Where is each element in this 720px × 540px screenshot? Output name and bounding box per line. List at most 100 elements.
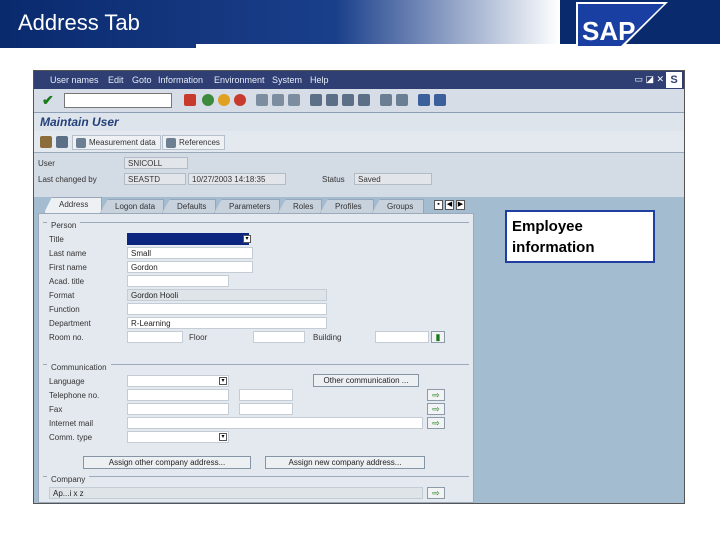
sap-logo: SAP (576, 2, 668, 48)
menu-system[interactable]: System (272, 75, 302, 85)
assign-other-company-address-button[interactable]: Assign other company address... (83, 456, 251, 469)
tab-prev-icon[interactable]: ◀ (445, 200, 454, 210)
print-icon[interactable] (256, 94, 268, 106)
find-next-icon[interactable] (288, 94, 300, 106)
telephone-ext-field[interactable] (239, 389, 293, 401)
comm-type-label: Comm. type (49, 433, 93, 442)
function-label: Function (49, 305, 80, 314)
references-label: References (179, 138, 220, 147)
menu-environment[interactable]: Environment (214, 75, 265, 85)
svg-text:SAP: SAP (582, 16, 635, 46)
acad-title-label: Acad. title (49, 277, 85, 286)
tab-groups[interactable]: Groups (372, 199, 424, 213)
building-label: Building (313, 333, 342, 342)
first-name-field[interactable]: Gordon (127, 261, 253, 273)
email-label: Internet mail (49, 419, 94, 428)
tab-profiles[interactable]: Profiles (320, 199, 374, 213)
department-field[interactable]: R-Learning (127, 317, 327, 329)
prev-page-icon[interactable] (326, 94, 338, 106)
menu-information[interactable]: Information (158, 75, 203, 85)
sap-badge-icon: S (666, 72, 682, 88)
tab-next-icon[interactable]: ▶ (456, 200, 465, 210)
comm-type-field[interactable] (127, 431, 229, 443)
department-label: Department (49, 319, 91, 328)
sap-window: User names Edit Goto Information Environ… (33, 70, 685, 504)
title-bar: Maintain User (34, 113, 684, 131)
new-session-icon[interactable] (380, 94, 392, 106)
communication-group-title: Communication (47, 363, 111, 372)
title-field[interactable] (127, 233, 249, 245)
find-icon[interactable] (272, 94, 284, 106)
last-page-icon[interactable] (358, 94, 370, 106)
title-dropdown-icon[interactable]: ▾ (243, 235, 251, 243)
tab-parameters[interactable]: Parameters (214, 199, 280, 213)
email-field[interactable] (127, 417, 423, 429)
fax-field[interactable] (127, 403, 229, 415)
slide-title: Address Tab (18, 10, 140, 35)
tab-address[interactable]: Address (44, 197, 102, 213)
language-dropdown-icon[interactable]: ▾ (219, 377, 227, 385)
function-field[interactable] (127, 303, 327, 315)
company-detail-icon[interactable]: ⇨ (427, 487, 445, 499)
title-label: Title (49, 235, 64, 244)
screen-title: Maintain User (40, 115, 119, 129)
address-tab-content: Person Title ▾ Last name Small First nam… (38, 213, 474, 503)
status-label: Status (322, 175, 345, 184)
enter-check-icon[interactable]: ✔ (42, 92, 54, 109)
email-more-icon[interactable]: ⇨ (427, 417, 445, 429)
employee-information-callout: Employee information (505, 210, 655, 263)
tab-list-icon[interactable]: ▪ (434, 200, 443, 210)
menu-goto[interactable]: Goto (132, 75, 152, 85)
fax-label: Fax (49, 405, 63, 414)
measurement-data-button[interactable]: Measurement data (72, 135, 161, 150)
menu-edit[interactable]: Edit (108, 75, 124, 85)
more-address-icon[interactable]: ▮ (431, 331, 445, 343)
fax-ext-field[interactable] (239, 403, 293, 415)
telephone-label: Telephone no. (49, 391, 100, 400)
menu-bar: User names Edit Goto Information Environ… (34, 71, 684, 89)
floor-label: Floor (189, 333, 208, 342)
menu-user-names[interactable]: User names (50, 75, 99, 85)
assign-new-company-address-button[interactable]: Assign new company address... (265, 456, 425, 469)
window-controls[interactable]: ▭ ◪ ✕ (634, 74, 664, 85)
comm-type-dropdown-icon[interactable]: ▾ (219, 433, 227, 441)
first-page-icon[interactable] (310, 94, 322, 106)
cancel-icon[interactable] (234, 94, 246, 106)
exit-icon[interactable] (218, 94, 230, 106)
telephone-more-icon[interactable]: ⇨ (427, 389, 445, 401)
menu-help[interactable]: Help (310, 75, 329, 85)
user-header-area: User SNICOLL Last changed by SEASTD 10/2… (34, 153, 684, 197)
language-field[interactable] (127, 375, 229, 387)
format-field: Gordon Hooli (127, 289, 327, 301)
shortcut-icon[interactable] (396, 94, 408, 106)
save-icon[interactable] (184, 94, 196, 106)
room-no-label: Room no. (49, 333, 84, 342)
building-field[interactable] (375, 331, 429, 343)
acad-title-field[interactable] (127, 275, 229, 287)
measurement-data-label: Measurement data (89, 138, 156, 147)
company-group: Company Ap...i x z ⇨ (43, 475, 469, 502)
tab-logon-data[interactable]: Logon data (100, 199, 164, 213)
company-address-field: Ap...i x z (49, 487, 423, 499)
display-change-icon[interactable] (40, 136, 52, 148)
back-icon[interactable] (202, 94, 214, 106)
references-icon (166, 138, 176, 148)
next-page-icon[interactable] (342, 94, 354, 106)
telephone-field[interactable] (127, 389, 229, 401)
last-name-label: Last name (49, 249, 87, 258)
other-communication-button[interactable]: Other communication ... (313, 374, 419, 387)
floor-field[interactable] (253, 331, 305, 343)
room-no-field[interactable] (127, 331, 183, 343)
other-user-icon[interactable] (56, 136, 68, 148)
tab-defaults[interactable]: Defaults (162, 199, 216, 213)
layout-menu-icon[interactable] (434, 94, 446, 106)
last-name-field[interactable]: Small (127, 247, 253, 259)
help-icon[interactable] (418, 94, 430, 106)
command-field[interactable] (64, 93, 172, 108)
references-button[interactable]: References (162, 135, 225, 150)
fax-more-icon[interactable]: ⇨ (427, 403, 445, 415)
user-label: User (38, 159, 55, 168)
first-name-label: First name (49, 263, 87, 272)
tab-roles[interactable]: Roles (278, 199, 322, 213)
person-group-title: Person (47, 221, 81, 230)
